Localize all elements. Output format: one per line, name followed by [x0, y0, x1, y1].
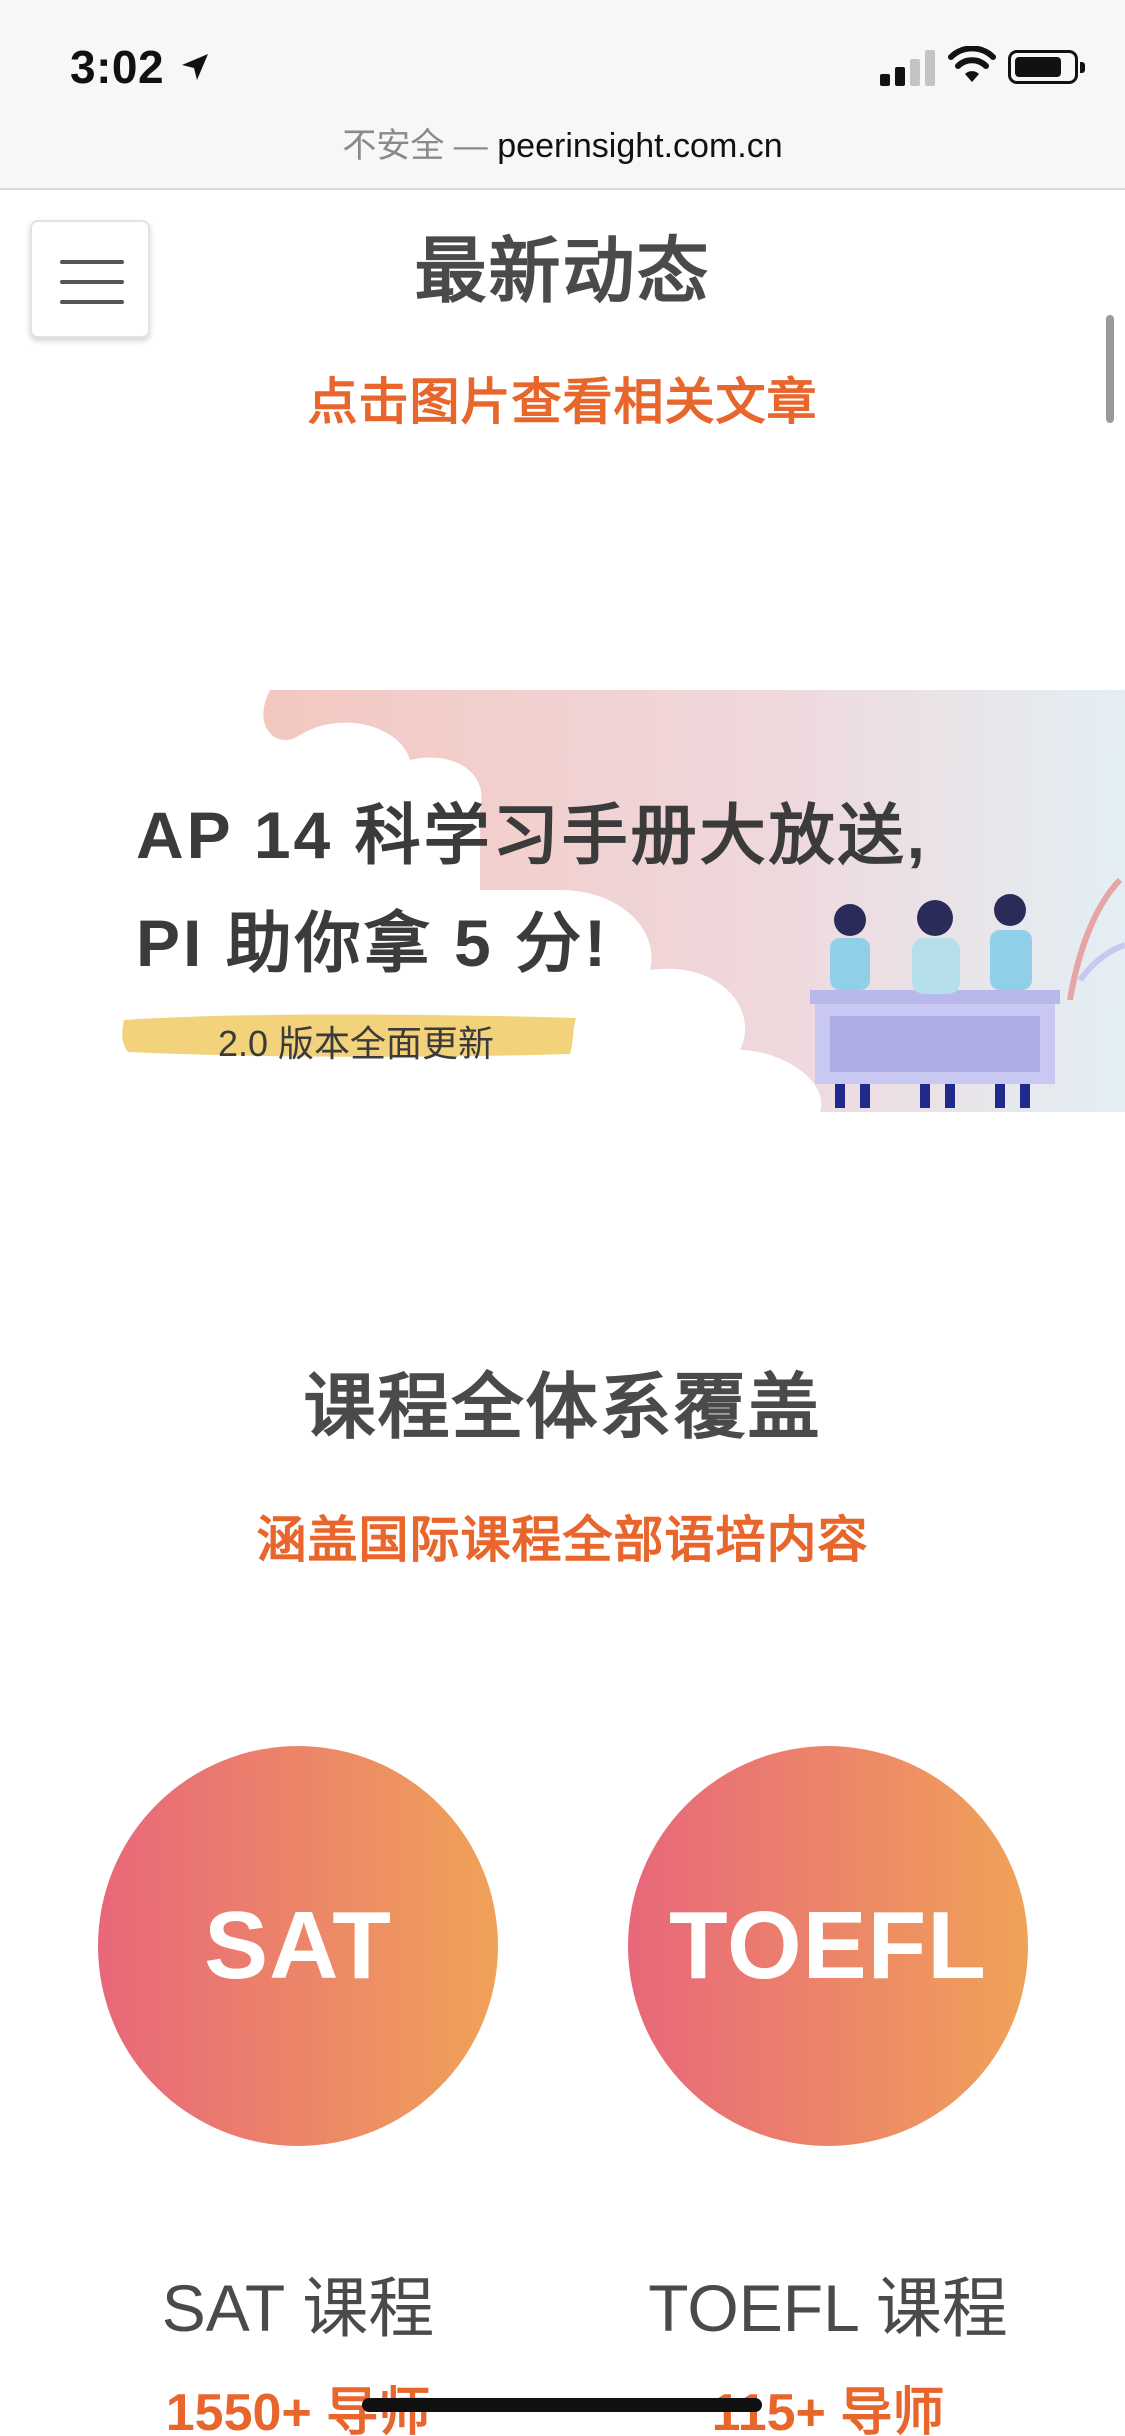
url-text: peerinsight.com.cn [497, 127, 783, 165]
courses-title: 课程全体系覆盖 [303, 1368, 822, 1448]
latest-subtitle: 点击图片查看相关文章 [307, 374, 818, 430]
toefl-course-title[interactable]: TOEFL 课程 [618, 2255, 1038, 2351]
home-indicator[interactable] [362, 2398, 762, 2412]
article-banner[interactable]: AP 14 科学习手册大放送, PI 助你拿 5 分! 2.0 版本全面更新 [0, 690, 1125, 1112]
banner-headline-line1: AP 14 科学习手册大放送, [136, 798, 928, 872]
banner-headline-line2: PI 助你拿 5 分! [136, 906, 610, 980]
latest-title: 最新动态 [414, 232, 711, 312]
location-arrow-icon [182, 54, 208, 80]
courses-subtitle: 涵盖国际课程全部语培内容 [256, 1512, 869, 1568]
insecure-label: 不安全 — [342, 127, 498, 165]
banner-tag-text: 2.0 版本全面更新 [218, 1023, 495, 1064]
scrollbar[interactable] [1106, 315, 1114, 423]
battery-icon [1008, 50, 1085, 84]
sat-course-badge[interactable]: SAT [98, 1746, 498, 2146]
status-bar: 3:02 不安全 — peerinsight.com.cn [0, 0, 1125, 190]
sat-course-title[interactable]: SAT 课程 [98, 2255, 498, 2351]
wifi-icon [948, 46, 996, 82]
cellular-signal-icon [880, 50, 936, 86]
toefl-course-badge[interactable]: TOEFL [628, 1746, 1028, 2146]
clock: 3:02 [70, 41, 165, 93]
address-bar[interactable]: 不安全 — peerinsight.com.cn [0, 118, 1125, 167]
